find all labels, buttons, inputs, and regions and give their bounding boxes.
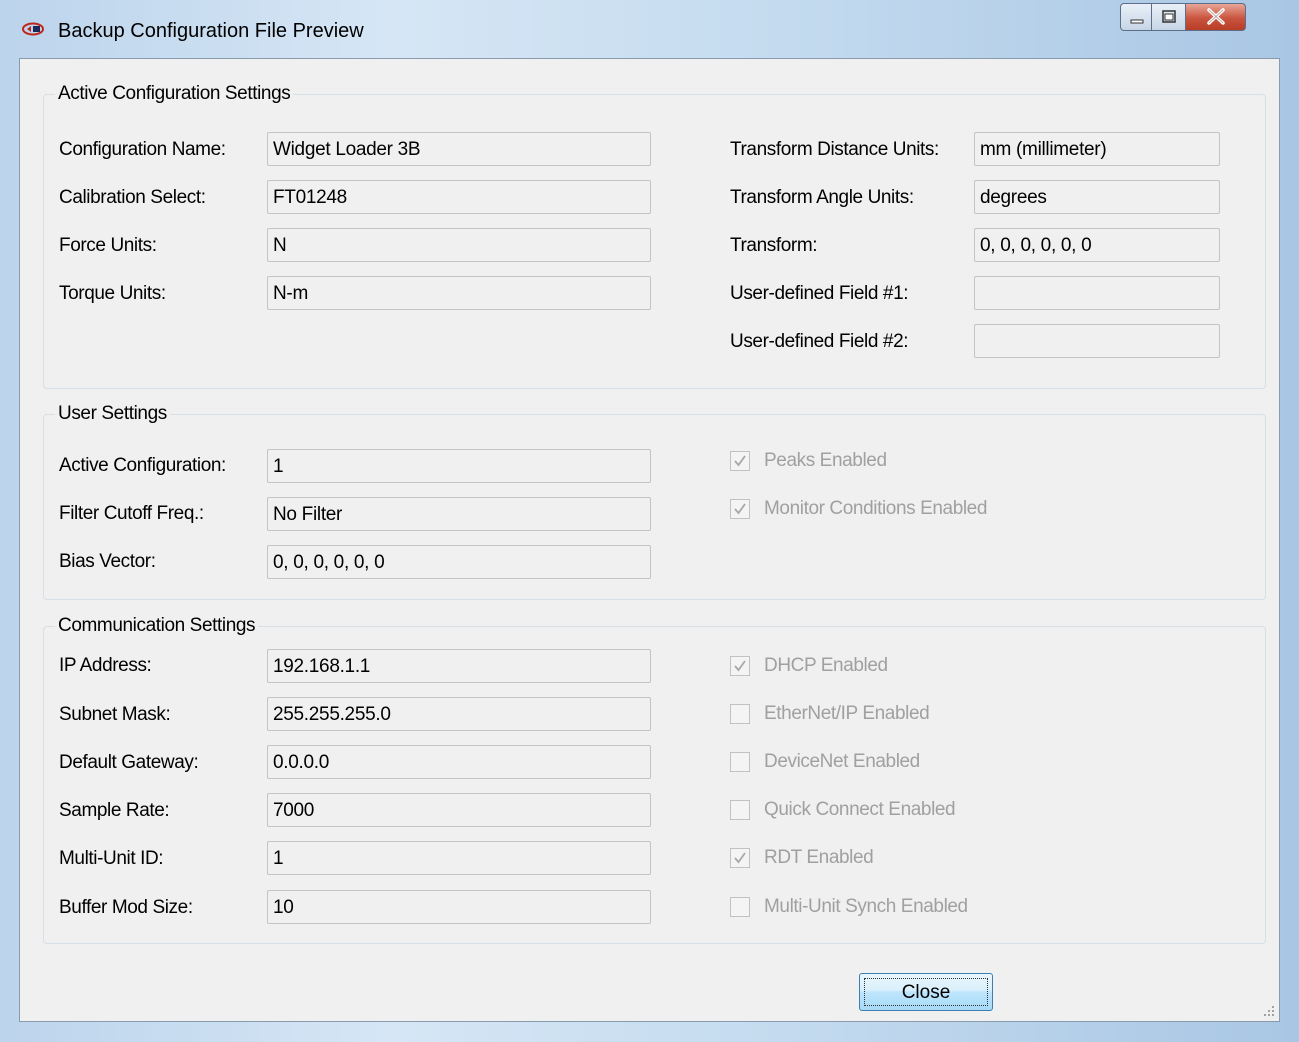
- active-configuration-field: 1: [267, 449, 651, 483]
- rdt-enabled-label: RDT Enabled: [764, 847, 874, 868]
- default-gateway-label: Default Gateway:: [59, 752, 199, 773]
- quick-connect-enabled-checkbox[interactable]: [730, 800, 750, 820]
- devicenet-enabled-label: DeviceNet Enabled: [764, 751, 920, 772]
- user-field-2-field: [974, 324, 1220, 358]
- force-units-field: N: [267, 228, 651, 262]
- checkmark-icon: [734, 660, 746, 672]
- buffer-mod-size-field: 10: [267, 890, 651, 924]
- configuration-name-field: Widget Loader 3B: [267, 132, 651, 166]
- torque-units-label: Torque Units:: [59, 283, 166, 304]
- quick-connect-enabled-label: Quick Connect Enabled: [764, 799, 956, 820]
- user-field-2-label: User-defined Field #2:: [730, 331, 909, 352]
- close-button-label: Close: [901, 982, 951, 1003]
- buffer-mod-size-label: Buffer Mod Size:: [59, 897, 193, 918]
- multi-unit-synch-enabled-checkbox[interactable]: [730, 897, 750, 917]
- window-title: Backup Configuration File Preview: [58, 20, 364, 42]
- ethernet-ip-enabled-label: EtherNet/IP Enabled: [764, 703, 930, 724]
- maximize-button[interactable]: [1152, 3, 1186, 31]
- subnet-mask-field: 255.255.255.0: [267, 697, 651, 731]
- ip-address-label: IP Address:: [59, 655, 152, 676]
- dhcp-enabled-checkbox[interactable]: [730, 656, 750, 676]
- user-settings-group: [43, 414, 1266, 600]
- multi-unit-synch-enabled-label: Multi-Unit Synch Enabled: [764, 896, 968, 917]
- communication-settings-group: [43, 626, 1266, 944]
- transform-angle-units-field: degrees: [974, 180, 1220, 214]
- checkmark-icon: [734, 455, 746, 467]
- checkmark-icon: [734, 852, 746, 864]
- peaks-enabled-checkbox[interactable]: [730, 451, 750, 471]
- user-settings-group-label: User Settings: [55, 403, 170, 425]
- configuration-name-label: Configuration Name:: [59, 139, 226, 160]
- multi-unit-id-field: 1: [267, 841, 651, 875]
- active-configuration-label: Active Configuration:: [59, 455, 226, 476]
- close-window-button[interactable]: [1186, 3, 1246, 31]
- resize-grip-icon[interactable]: [1263, 1005, 1275, 1017]
- default-gateway-field: 0.0.0.0: [267, 745, 651, 779]
- checkmark-icon: [734, 503, 746, 515]
- sample-rate-label: Sample Rate:: [59, 800, 170, 821]
- bias-vector-field: 0, 0, 0, 0, 0, 0: [267, 545, 651, 579]
- ethernet-ip-enabled-checkbox[interactable]: [730, 704, 750, 724]
- filter-cutoff-label: Filter Cutoff Freq.:: [59, 503, 204, 524]
- communication-settings-group-label: Communication Settings: [55, 615, 259, 637]
- dhcp-enabled-label: DHCP Enabled: [764, 655, 888, 676]
- minimize-icon: [1130, 19, 1144, 24]
- transform-label: Transform:: [730, 235, 818, 256]
- transform-angle-units-label: Transform Angle Units:: [730, 187, 914, 208]
- subnet-mask-label: Subnet Mask:: [59, 704, 171, 725]
- multi-unit-id-label: Multi-Unit ID:: [59, 848, 164, 869]
- dialog-window: Backup Configuration File Preview Active…: [0, 0, 1299, 1042]
- app-logo-icon: [22, 22, 44, 36]
- minimize-button[interactable]: [1120, 3, 1152, 31]
- transform-distance-units-label: Transform Distance Units:: [730, 139, 939, 160]
- bias-vector-label: Bias Vector:: [59, 551, 156, 572]
- user-field-1-label: User-defined Field #1:: [730, 283, 909, 304]
- transform-distance-units-field: mm (millimeter): [974, 132, 1220, 166]
- force-units-label: Force Units:: [59, 235, 157, 256]
- transform-field: 0, 0, 0, 0, 0, 0: [974, 228, 1220, 262]
- peaks-enabled-label: Peaks Enabled: [764, 450, 887, 471]
- monitor-conditions-enabled-label: Monitor Conditions Enabled: [764, 498, 988, 519]
- monitor-conditions-enabled-checkbox[interactable]: [730, 499, 750, 519]
- torque-units-field: N-m: [267, 276, 651, 310]
- calibration-select-label: Calibration Select:: [59, 187, 206, 208]
- close-icon: [1207, 8, 1225, 25]
- dialog-client-area: Active Configuration Settings Configurat…: [19, 58, 1280, 1022]
- user-field-1-field: [974, 276, 1220, 310]
- rdt-enabled-checkbox[interactable]: [730, 848, 750, 868]
- close-button[interactable]: Close: [859, 973, 993, 1011]
- maximize-icon: [1162, 10, 1176, 23]
- sample-rate-field: 7000: [267, 793, 651, 827]
- calibration-select-field: FT01248: [267, 180, 651, 214]
- title-bar[interactable]: Backup Configuration File Preview: [0, 0, 1299, 52]
- active-config-group-label: Active Configuration Settings: [55, 83, 294, 105]
- devicenet-enabled-checkbox[interactable]: [730, 752, 750, 772]
- ip-address-field: 192.168.1.1: [267, 649, 651, 683]
- filter-cutoff-field: No Filter: [267, 497, 651, 531]
